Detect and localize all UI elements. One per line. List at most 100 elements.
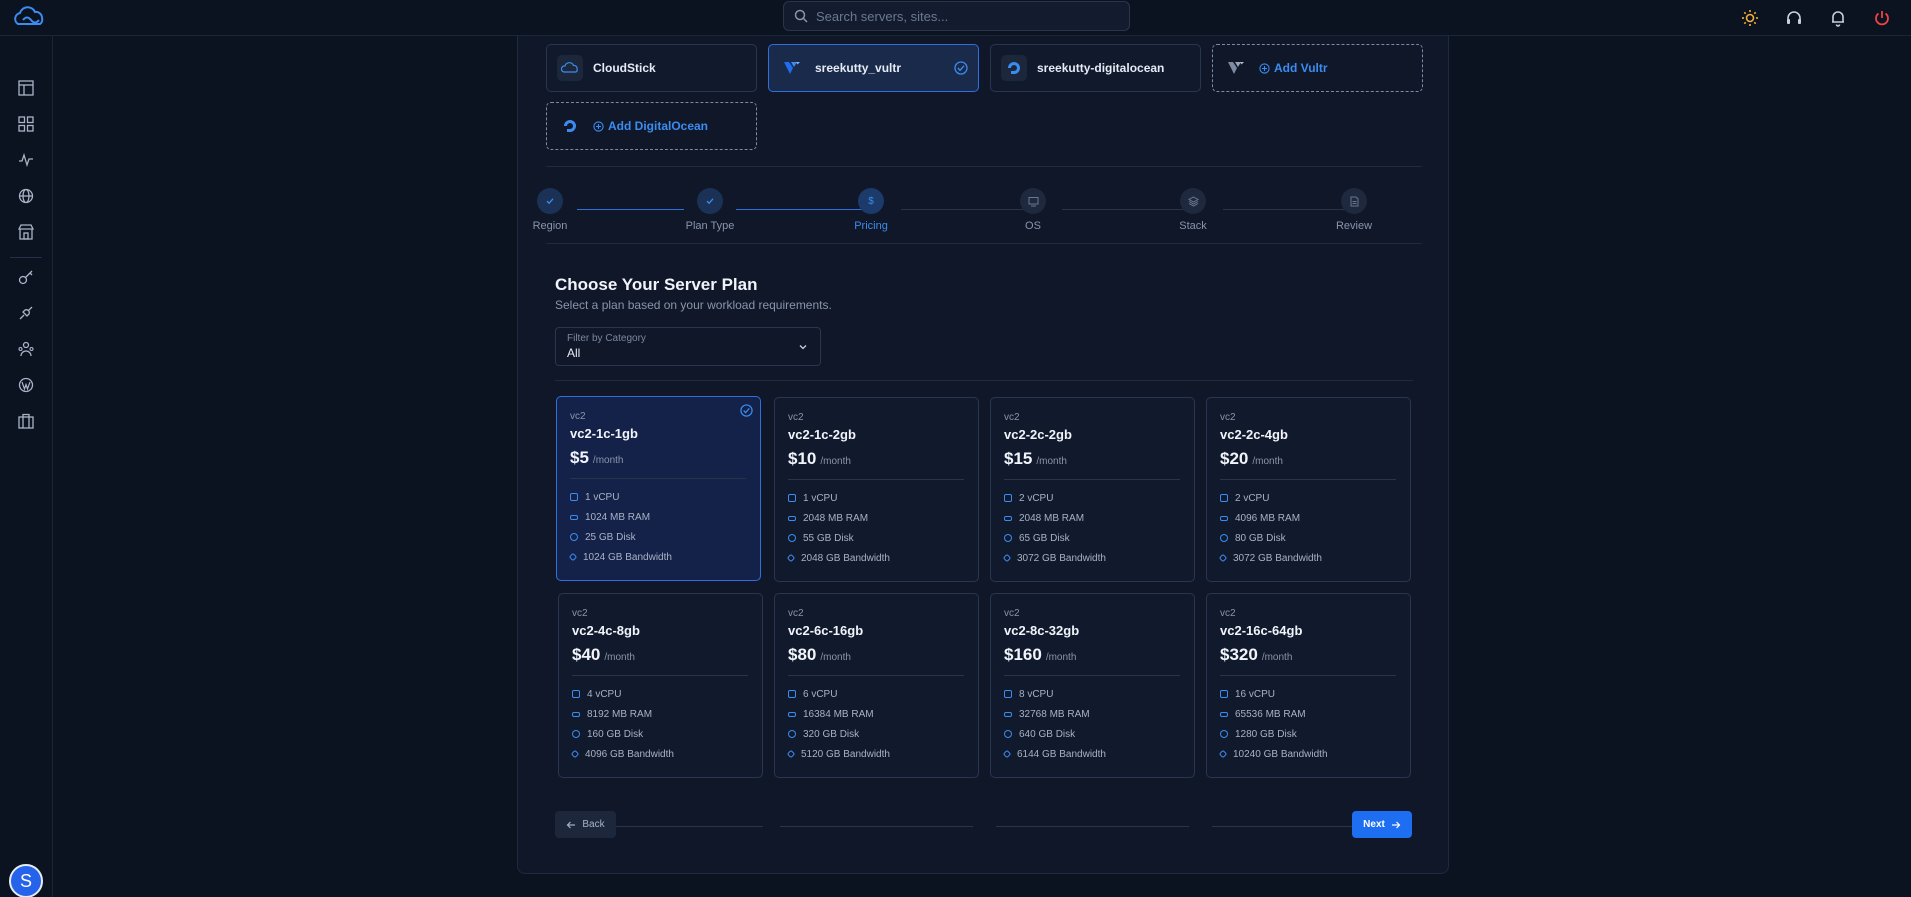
disk-icon bbox=[788, 730, 796, 738]
bandwidth-icon bbox=[1002, 749, 1012, 759]
plan-card-edge bbox=[780, 826, 973, 827]
sidebar-key-icon[interactable] bbox=[14, 265, 38, 289]
arrow-right-icon bbox=[1391, 821, 1401, 828]
monitor-icon bbox=[1020, 188, 1046, 214]
provider-sreekutty-digitalocean[interactable]: sreekutty-digitalocean bbox=[990, 44, 1201, 92]
check-icon bbox=[697, 188, 723, 214]
plan-card[interactable]: vc2 vc2-16c-64gb $320/month 16 vCPU 6553… bbox=[1206, 593, 1411, 778]
page-title: Choose Your Server Plan bbox=[555, 275, 758, 294]
plan-card[interactable]: vc2 vc2-4c-8gb $40/month 4 vCPU 8192 MB … bbox=[558, 593, 763, 778]
search-input[interactable]: Search servers, sites... bbox=[783, 1, 1130, 31]
category-filter-select[interactable]: Filter by Category All bbox=[555, 327, 821, 366]
plus-circle-icon bbox=[1259, 62, 1270, 74]
add-vultr-button[interactable]: Add Vultr bbox=[1212, 44, 1423, 92]
plan-card[interactable]: vc2 vc2-2c-2gb $15/month 2 vCPU 2048 MB … bbox=[990, 397, 1195, 582]
sidebar-plug-icon[interactable] bbox=[14, 301, 38, 325]
disk-icon bbox=[570, 533, 578, 541]
plan-card[interactable]: vc2 vc2-8c-32gb $160/month 8 vCPU 32768 … bbox=[990, 593, 1195, 778]
sidebar-team-icon[interactable] bbox=[14, 337, 38, 361]
document-icon bbox=[1341, 188, 1367, 214]
sidebar-dashboard-icon[interactable] bbox=[14, 76, 38, 100]
theme-sun-icon[interactable] bbox=[1739, 7, 1761, 29]
selected-check-icon bbox=[740, 404, 753, 417]
selected-check-icon bbox=[954, 61, 968, 75]
section-divider bbox=[546, 166, 1422, 167]
cpu-icon bbox=[1004, 690, 1012, 698]
add-digitalocean-button[interactable]: Add DigitalOcean bbox=[546, 102, 757, 150]
ram-icon bbox=[1004, 515, 1012, 521]
plan-card-edge bbox=[996, 826, 1189, 827]
step-region[interactable]: Region bbox=[520, 188, 580, 232]
stepper-line bbox=[577, 209, 684, 210]
ram-icon bbox=[572, 711, 580, 717]
disk-icon bbox=[1004, 534, 1012, 542]
sidebar-globe-icon[interactable] bbox=[14, 184, 38, 208]
step-pricing[interactable]: $ Pricing bbox=[841, 188, 901, 232]
step-plan-type[interactable]: Plan Type bbox=[680, 188, 740, 232]
digitalocean-icon bbox=[1001, 55, 1027, 81]
plan-card[interactable]: vc2 vc2-1c-1gb $5/month 1 vCPU 1024 MB R… bbox=[556, 396, 761, 581]
power-icon[interactable] bbox=[1871, 7, 1893, 29]
ram-icon bbox=[1220, 515, 1228, 521]
bandwidth-icon bbox=[568, 552, 578, 562]
notification-bell-icon[interactable] bbox=[1827, 7, 1849, 29]
bandwidth-icon bbox=[1218, 749, 1228, 759]
bandwidth-icon bbox=[570, 749, 580, 759]
sidebar-store-icon[interactable] bbox=[14, 220, 38, 244]
cpu-icon bbox=[788, 494, 796, 502]
check-icon bbox=[537, 188, 563, 214]
cpu-icon bbox=[1220, 690, 1228, 698]
cpu-icon bbox=[788, 690, 796, 698]
section-divider bbox=[555, 380, 1413, 381]
sidebar-wordpress-icon[interactable] bbox=[14, 373, 38, 397]
sidebar-briefcase-icon[interactable] bbox=[14, 409, 38, 433]
layers-icon bbox=[1180, 188, 1206, 214]
search-icon bbox=[794, 9, 808, 23]
search-placeholder: Search servers, sites... bbox=[816, 8, 949, 24]
sidebar-apps-icon[interactable] bbox=[14, 112, 38, 136]
plus-circle-icon bbox=[593, 120, 604, 132]
digitalocean-icon bbox=[557, 113, 583, 139]
top-bar: Search servers, sites... bbox=[0, 0, 1911, 36]
bandwidth-icon bbox=[786, 553, 796, 563]
cpu-icon bbox=[572, 690, 580, 698]
cloudstick-logo-icon[interactable] bbox=[12, 5, 48, 31]
sidebar-divider bbox=[10, 257, 42, 258]
next-button[interactable]: Next bbox=[1352, 811, 1412, 838]
chevron-down-icon bbox=[799, 345, 807, 350]
cloudstick-icon bbox=[557, 55, 583, 81]
disk-icon bbox=[1004, 730, 1012, 738]
ram-icon bbox=[788, 515, 796, 521]
page-subtitle: Select a plan based on your workload req… bbox=[555, 298, 832, 312]
vultr-icon bbox=[1223, 55, 1249, 81]
user-avatar[interactable]: S bbox=[9, 864, 43, 897]
step-stack[interactable]: Stack bbox=[1163, 188, 1223, 232]
vultr-icon bbox=[779, 55, 805, 81]
step-os[interactable]: OS bbox=[1003, 188, 1063, 232]
bandwidth-icon bbox=[1002, 553, 1012, 563]
back-button[interactable]: Back bbox=[555, 811, 616, 838]
create-server-panel: CloudStick sreekutty_vultr sreekutty-dig… bbox=[517, 36, 1449, 874]
disk-icon bbox=[572, 730, 580, 738]
ram-icon bbox=[1220, 711, 1228, 717]
disk-icon bbox=[1220, 534, 1228, 542]
bandwidth-icon bbox=[786, 749, 796, 759]
ram-icon bbox=[788, 711, 796, 717]
provider-cloudstick[interactable]: CloudStick bbox=[546, 44, 757, 92]
sidebar-activity-icon[interactable] bbox=[14, 148, 38, 172]
support-headset-icon[interactable] bbox=[1783, 7, 1805, 29]
bandwidth-icon bbox=[1218, 553, 1228, 563]
provider-sreekutty-vultr[interactable]: sreekutty_vultr bbox=[768, 44, 979, 92]
disk-icon bbox=[1220, 730, 1228, 738]
dollar-icon: $ bbox=[858, 188, 884, 214]
cpu-icon bbox=[570, 493, 578, 501]
plan-card[interactable]: vc2 vc2-1c-2gb $10/month 1 vCPU 2048 MB … bbox=[774, 397, 979, 582]
section-divider bbox=[546, 243, 1422, 244]
cpu-icon bbox=[1004, 494, 1012, 502]
sidebar: S bbox=[0, 36, 53, 897]
plan-card[interactable]: vc2 vc2-2c-4gb $20/month 2 vCPU 4096 MB … bbox=[1206, 397, 1411, 582]
ram-icon bbox=[570, 514, 578, 520]
plan-card[interactable]: vc2 vc2-6c-16gb $80/month 6 vCPU 16384 M… bbox=[774, 593, 979, 778]
step-review[interactable]: Review bbox=[1324, 188, 1384, 232]
ram-icon bbox=[1004, 711, 1012, 717]
